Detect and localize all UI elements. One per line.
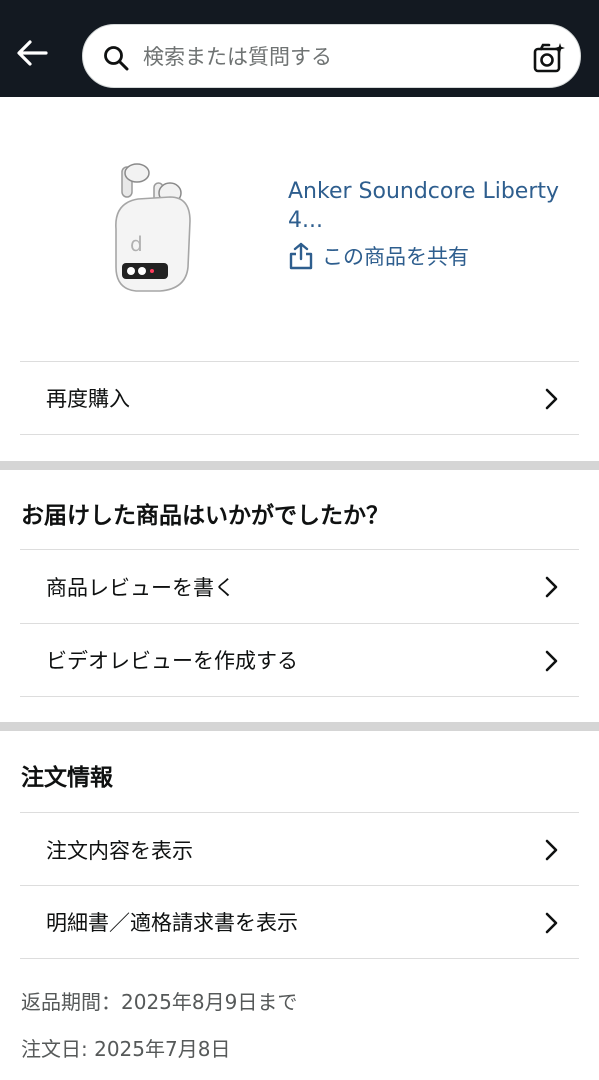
- search-bar[interactable]: [82, 24, 581, 88]
- chevron-right-icon: [545, 576, 558, 598]
- view-order-row[interactable]: 注文内容を表示: [20, 812, 579, 886]
- camera-search-icon[interactable]: [531, 40, 567, 76]
- product-title-line1: Anker Soundcore Liberty: [288, 179, 560, 204]
- order-date-text: 注文日: 2025年7月8日: [21, 1037, 231, 1061]
- arrow-left-icon: [17, 40, 48, 66]
- feedback-section-title: お届けした商品はいかがでしたか？: [21, 503, 389, 529]
- buy-again-label: 再度購入: [46, 387, 130, 411]
- video-review-label: ビデオレビューを作成する: [46, 649, 298, 673]
- video-review-row[interactable]: ビデオレビューを作成する: [20, 623, 579, 697]
- section-divider: [0, 461, 599, 470]
- chevron-right-icon: [545, 839, 558, 861]
- share-product-button[interactable]: この商品を共有: [288, 241, 469, 271]
- chevron-right-icon: [545, 650, 558, 672]
- view-invoice-row[interactable]: 明細書／適格請求書を表示: [20, 885, 579, 959]
- product-title-link[interactable]: Anker Soundcore Liberty 4...: [288, 177, 573, 235]
- return-period-text: 返品期間：2025年8月9日まで: [21, 990, 298, 1014]
- chevron-right-icon: [545, 388, 558, 410]
- product-title-line2: 4...: [288, 208, 323, 233]
- write-review-row[interactable]: 商品レビューを書く: [20, 549, 579, 623]
- buy-again-row[interactable]: 再度購入: [20, 361, 579, 435]
- write-review-label: 商品レビューを書く: [46, 575, 235, 600]
- search-input[interactable]: [143, 35, 513, 79]
- share-icon: [289, 242, 313, 270]
- search-icon: [104, 46, 129, 71]
- product-summary: d Anker Soundcore Liberty 4... この商品を共有: [0, 97, 599, 362]
- back-button[interactable]: [14, 35, 50, 71]
- section-divider: [0, 722, 599, 731]
- view-invoice-label: 明細書／適格請求書を表示: [46, 911, 298, 935]
- top-bar: [0, 0, 599, 97]
- view-order-label: 注文内容を表示: [46, 838, 193, 863]
- svg-text:d: d: [130, 232, 143, 256]
- order-info-section-title: 注文情報: [21, 765, 113, 791]
- share-label: この商品を共有: [322, 245, 469, 269]
- product-image[interactable]: d: [108, 163, 198, 293]
- chevron-right-icon: [545, 912, 558, 934]
